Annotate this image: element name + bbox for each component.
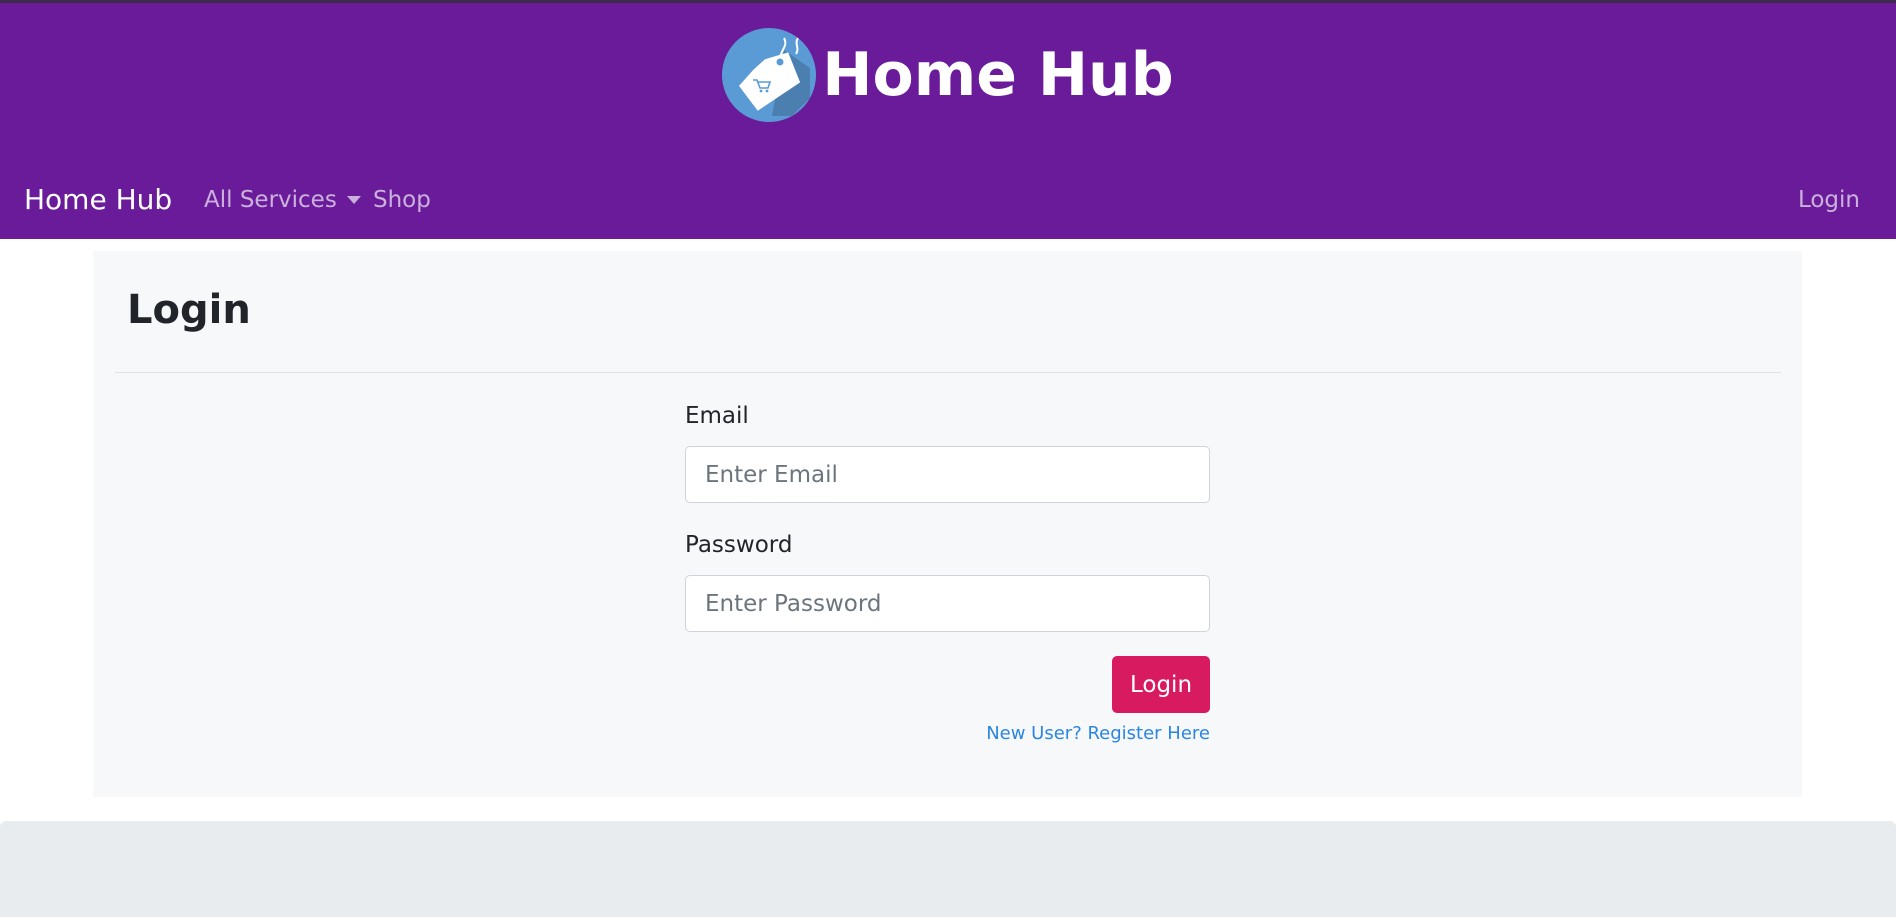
nav-shop-link[interactable]: Shop — [373, 187, 431, 213]
brand-banner: Home Hub — [0, 25, 1896, 125]
navbar-brand-link[interactable]: Home Hub — [24, 183, 172, 216]
login-card: Login Email Password Login New User? Reg… — [93, 251, 1802, 797]
page-footer — [0, 821, 1896, 917]
password-field[interactable] — [685, 575, 1210, 632]
register-link[interactable]: New User? Register Here — [910, 723, 1210, 744]
divider — [115, 372, 1781, 373]
nav-all-services-dropdown[interactable]: All Services — [204, 187, 361, 213]
chevron-down-icon — [346, 196, 361, 204]
login-submit-button[interactable]: Login — [1112, 656, 1210, 713]
password-label: Password — [685, 532, 793, 558]
shopping-tag-logo-icon — [722, 28, 817, 122]
nav-login-link[interactable]: Login — [1798, 187, 1860, 213]
email-field[interactable] — [685, 446, 1210, 503]
banner-title: Home Hub — [822, 40, 1174, 110]
nav-all-services-label: All Services — [204, 187, 337, 213]
site-header: Home Hub Home Hub All Services Shop Logi… — [0, 3, 1896, 239]
email-label: Email — [685, 403, 749, 429]
page-title: Login — [127, 287, 251, 333]
main-navbar: Home Hub All Services Shop Login — [0, 173, 1896, 229]
